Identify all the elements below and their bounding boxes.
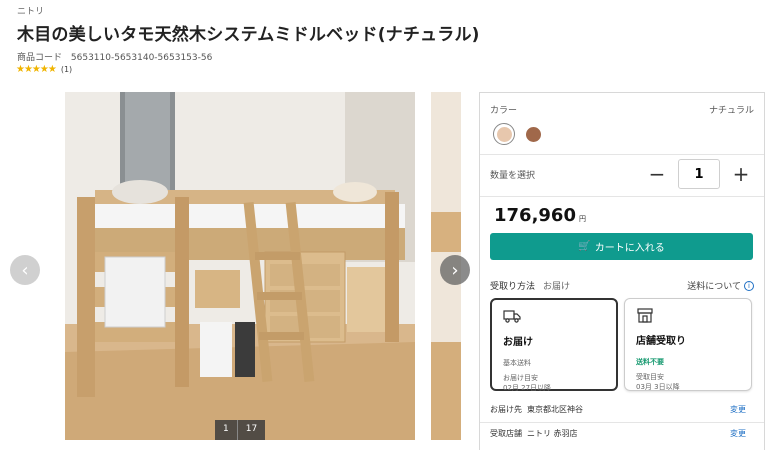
brand-name[interactable]: ニトリ	[17, 4, 44, 17]
product-code: 商品コード 5653110-5653140-5653153-56	[17, 50, 212, 63]
divider	[480, 154, 764, 155]
ship-to-value: 東京都北区神谷	[527, 405, 583, 414]
image-counter: 1 17	[215, 420, 266, 440]
swatch-brown-dot	[525, 126, 541, 142]
quantity-row: 数量を選択 − +	[490, 159, 754, 189]
chevron-right-icon: ›	[451, 259, 459, 281]
quantity-input[interactable]	[678, 159, 720, 189]
info-icon: i	[744, 280, 754, 291]
color-value: ナチュラル	[708, 106, 754, 116]
truck-icon	[503, 310, 521, 323]
page-title: 木目の美しいタモ天然木システムミドルベッド(ナチュラル)	[17, 25, 480, 45]
store-pickup-note: 送料不要	[636, 358, 664, 366]
delivery-eta-value: 02月 27日以降	[503, 384, 552, 392]
image-current: 1	[215, 420, 237, 440]
chevron-left-icon: ‹	[21, 259, 29, 281]
delivery-eta-label: お届け目安	[503, 374, 538, 382]
receive-method-selected: お届け	[543, 282, 571, 292]
quantity-increase-button[interactable]: +	[728, 159, 754, 189]
price-unit: 円	[578, 215, 586, 223]
price-value: 176,960	[494, 205, 576, 226]
price: 176,960 円	[494, 205, 586, 226]
delivery-option[interactable]: お届け 基本送料 お届け目安 02月 27日以降	[490, 298, 618, 392]
receive-method-row: 受取り方法 お届け 送料について i	[490, 279, 754, 292]
store-icon	[637, 308, 653, 323]
ship-to-row: お届け先 東京都北区神谷 変更	[490, 404, 746, 415]
swatch-natural[interactable]	[493, 123, 515, 145]
receive-method-label: 受取り方法	[490, 282, 536, 292]
quantity-decrease-button[interactable]: −	[644, 159, 670, 189]
change-ship-to-link[interactable]: 変更	[730, 404, 746, 415]
swatch-brown[interactable]	[522, 123, 544, 145]
color-label: カラー	[490, 106, 518, 116]
delivery-title: お届け	[503, 337, 533, 348]
review-count[interactable]: (1)	[61, 65, 72, 74]
product-photo[interactable]	[65, 92, 415, 440]
pickup-store-value: ニトリ 赤羽店	[527, 429, 578, 438]
store-pickup-eta-value: 03月 3日以降	[636, 383, 680, 391]
ship-to-label: お届け先	[490, 405, 522, 414]
divider	[480, 422, 764, 423]
star-rating-icon: ★★★★★	[16, 64, 57, 75]
next-image-button[interactable]: ›	[440, 255, 470, 285]
rating[interactable]: ★★★★★ (1)	[16, 64, 72, 75]
image-total: 17	[236, 420, 266, 440]
store-pickup-title: 店舗受取り	[636, 336, 686, 347]
product-code-value: 5653110-5653140-5653153-56	[70, 53, 213, 63]
color-row: カラー ナチュラル	[490, 103, 754, 116]
store-pickup-eta-label: 受取目安	[636, 373, 664, 381]
previous-image-button[interactable]: ‹	[10, 255, 40, 285]
cart-icon: 🛒	[578, 241, 591, 252]
product-code-label: 商品コード	[17, 53, 63, 63]
swatch-natural-dot	[496, 126, 512, 142]
shipping-info-link[interactable]: 送料について i	[687, 279, 754, 292]
divider	[480, 196, 764, 197]
image-gallery: ‹ › 1 17	[0, 92, 470, 450]
color-swatches	[493, 123, 544, 145]
pickup-store-row: 受取店舗 ニトリ 赤羽店 変更	[490, 428, 746, 439]
add-to-cart-button[interactable]: 🛒 カートに入れる	[490, 233, 753, 260]
pickup-store-label: 受取店舗	[490, 429, 522, 438]
quantity-stepper: − +	[644, 159, 754, 189]
shipping-info-label: 送料について	[687, 282, 741, 292]
change-store-link[interactable]: 変更	[730, 428, 746, 439]
delivery-note: 基本送料	[503, 359, 531, 367]
quantity-label: 数量を選択	[490, 170, 536, 181]
add-to-cart-label: カートに入れる	[594, 243, 665, 254]
purchase-panel: カラー ナチュラル 数量を選択 − + 176,960 円 🛒 カートに入れる …	[479, 92, 765, 450]
store-pickup-option[interactable]: 店舗受取り 送料不要 受取目安 03月 3日以降	[624, 298, 752, 391]
